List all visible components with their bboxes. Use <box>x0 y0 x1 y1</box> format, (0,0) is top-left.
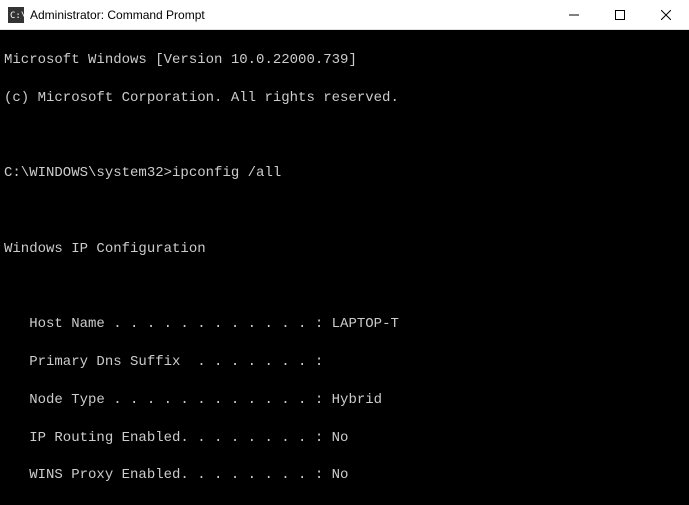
maximize-button[interactable] <box>597 0 643 29</box>
ip-routing-value: No <box>332 430 349 446</box>
ip-routing-row: IP Routing Enabled. . . . . . . . : No <box>4 429 685 448</box>
wins-proxy-row: WINS Proxy Enabled. . . . . . . . : No <box>4 466 685 485</box>
os-version-line: Microsoft Windows [Version 10.0.22000.73… <box>4 51 685 70</box>
svg-text:C:\: C:\ <box>10 11 24 21</box>
prompt-line: C:\WINDOWS\system32>ipconfig /all <box>4 164 685 183</box>
prompt-path: C:\WINDOWS\system32> <box>4 165 172 181</box>
close-button[interactable] <box>643 0 689 29</box>
copyright-line: (c) Microsoft Corporation. All rights re… <box>4 89 685 108</box>
window-controls <box>551 0 689 29</box>
section-header-ip-config: Windows IP Configuration <box>4 240 685 259</box>
minimize-button[interactable] <box>551 0 597 29</box>
node-type-value: Hybrid <box>332 392 382 408</box>
window-titlebar: C:\ Administrator: Command Prompt <box>0 0 689 30</box>
terminal-output[interactable]: Microsoft Windows [Version 10.0.22000.73… <box>0 30 689 505</box>
host-name-row: Host Name . . . . . . . . . . . . : LAPT… <box>4 315 685 334</box>
node-type-row: Node Type . . . . . . . . . . . . : Hybr… <box>4 391 685 410</box>
host-name-value: LAPTOP-T <box>332 316 399 332</box>
window-title: Administrator: Command Prompt <box>30 8 551 22</box>
cmd-icon: C:\ <box>8 7 24 23</box>
wins-proxy-value: No <box>332 467 349 483</box>
command-text: ipconfig /all <box>172 165 281 181</box>
primary-dns-row: Primary Dns Suffix . . . . . . . : <box>4 353 685 372</box>
